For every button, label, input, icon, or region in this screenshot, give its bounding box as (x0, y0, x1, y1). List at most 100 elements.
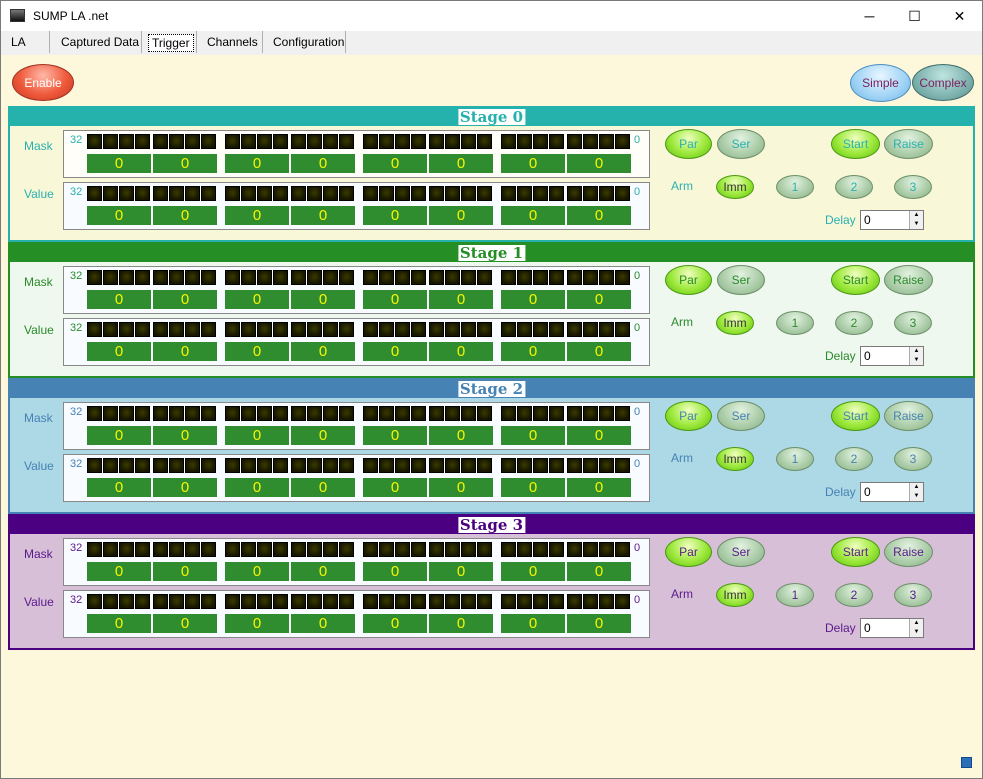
bit-toggle[interactable] (201, 542, 216, 557)
bit-toggle[interactable] (445, 186, 460, 201)
bit-toggle[interactable] (103, 186, 118, 201)
bit-toggle[interactable] (291, 542, 306, 557)
bit-toggle[interactable] (241, 542, 256, 557)
bit-toggle[interactable] (445, 322, 460, 337)
ser-button[interactable]: Ser (717, 129, 765, 159)
bit-toggle[interactable] (533, 406, 548, 421)
bit-toggle[interactable] (135, 458, 150, 473)
bit-toggle[interactable] (549, 270, 564, 285)
bit-toggle[interactable] (153, 134, 168, 149)
bit-toggle[interactable] (201, 322, 216, 337)
bit-toggle[interactable] (291, 270, 306, 285)
bit-toggle[interactable] (583, 134, 598, 149)
arm-option-button[interactable]: 3 (894, 175, 932, 199)
bit-toggle[interactable] (429, 134, 444, 149)
bit-toggle[interactable] (411, 458, 426, 473)
spin-up-icon[interactable]: ▲ (909, 211, 923, 220)
bit-toggle[interactable] (461, 406, 476, 421)
spin-down-icon[interactable]: ▼ (909, 628, 923, 637)
bit-toggle[interactable] (549, 322, 564, 337)
bit-toggle[interactable] (411, 542, 426, 557)
bit-toggle[interactable] (379, 406, 394, 421)
bit-toggle[interactable] (103, 322, 118, 337)
bit-toggle[interactable] (307, 458, 322, 473)
bit-toggle[interactable] (599, 594, 614, 609)
bit-toggle[interactable] (323, 542, 338, 557)
bit-toggle[interactable] (185, 322, 200, 337)
bit-toggle[interactable] (339, 542, 354, 557)
delay-spinner[interactable]: 0 ▲ ▼ (860, 482, 924, 502)
bit-toggle[interactable] (307, 134, 322, 149)
bit-toggle[interactable] (241, 594, 256, 609)
bit-toggle[interactable] (411, 322, 426, 337)
spin-up-icon[interactable]: ▲ (909, 483, 923, 492)
arm-option-button[interactable]: Imm (716, 175, 754, 199)
bit-toggle[interactable] (241, 134, 256, 149)
bit-toggle[interactable] (379, 186, 394, 201)
arm-option-button[interactable]: 1 (776, 311, 814, 335)
bit-toggle[interactable] (501, 458, 516, 473)
bit-toggle[interactable] (395, 186, 410, 201)
bit-toggle[interactable] (307, 594, 322, 609)
bit-toggle[interactable] (477, 542, 492, 557)
bit-toggle[interactable] (201, 594, 216, 609)
bit-toggle[interactable] (135, 270, 150, 285)
bit-toggle[interactable] (429, 594, 444, 609)
bit-toggle[interactable] (291, 322, 306, 337)
bit-toggle[interactable] (363, 322, 378, 337)
bit-toggle[interactable] (583, 458, 598, 473)
arm-option-button[interactable]: 2 (835, 447, 873, 471)
bit-toggle[interactable] (273, 458, 288, 473)
par-button[interactable]: Par (665, 129, 712, 159)
bit-toggle[interactable] (153, 322, 168, 337)
bit-toggle[interactable] (307, 406, 322, 421)
bit-toggle[interactable] (135, 406, 150, 421)
bit-toggle[interactable] (241, 322, 256, 337)
arm-option-button[interactable]: 3 (894, 583, 932, 607)
bit-toggle[interactable] (291, 458, 306, 473)
bit-toggle[interactable] (615, 542, 630, 557)
bit-toggle[interactable] (395, 406, 410, 421)
bit-toggle[interactable] (87, 186, 102, 201)
bit-toggle[interactable] (323, 186, 338, 201)
bit-toggle[interactable] (615, 458, 630, 473)
bit-toggle[interactable] (445, 270, 460, 285)
bit-toggle[interactable] (549, 458, 564, 473)
bit-toggle[interactable] (103, 542, 118, 557)
bit-toggle[interactable] (615, 322, 630, 337)
bit-toggle[interactable] (339, 134, 354, 149)
bit-toggle[interactable] (185, 406, 200, 421)
bit-toggle[interactable] (273, 406, 288, 421)
spin-down-icon[interactable]: ▼ (909, 492, 923, 501)
bit-toggle[interactable] (135, 322, 150, 337)
bit-toggle[interactable] (501, 406, 516, 421)
tab-captured-data[interactable]: Captured Data (58, 34, 142, 52)
bit-toggle[interactable] (225, 186, 240, 201)
raise-button[interactable]: Raise (884, 401, 933, 431)
bit-toggle[interactable] (135, 594, 150, 609)
bit-toggle[interactable] (477, 322, 492, 337)
bit-toggle[interactable] (119, 406, 134, 421)
bit-toggle[interactable] (477, 270, 492, 285)
bit-toggle[interactable] (323, 322, 338, 337)
bit-toggle[interactable] (445, 406, 460, 421)
bit-toggle[interactable] (257, 186, 272, 201)
bit-toggle[interactable] (339, 406, 354, 421)
bit-toggle[interactable] (549, 134, 564, 149)
arm-option-button[interactable]: 2 (835, 175, 873, 199)
par-button[interactable]: Par (665, 401, 712, 431)
bit-toggle[interactable] (567, 186, 582, 201)
bit-toggle[interactable] (477, 594, 492, 609)
bit-toggle[interactable] (291, 594, 306, 609)
start-button[interactable]: Start (831, 129, 880, 159)
bit-toggle[interactable] (549, 406, 564, 421)
bit-toggle[interactable] (87, 594, 102, 609)
bit-toggle[interactable] (411, 406, 426, 421)
bit-toggle[interactable] (445, 458, 460, 473)
bit-toggle[interactable] (599, 134, 614, 149)
bit-toggle[interactable] (567, 458, 582, 473)
raise-button[interactable]: Raise (884, 537, 933, 567)
bit-toggle[interactable] (87, 406, 102, 421)
bit-toggle[interactable] (501, 270, 516, 285)
bit-toggle[interactable] (201, 406, 216, 421)
